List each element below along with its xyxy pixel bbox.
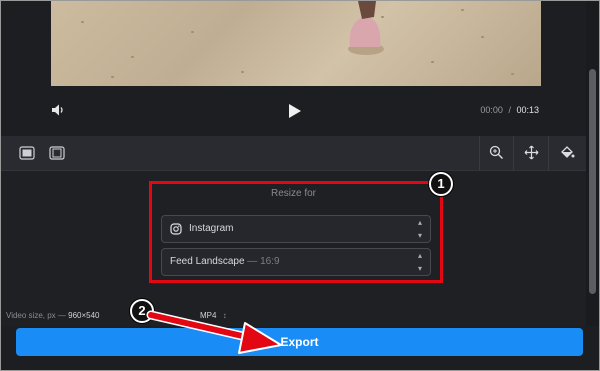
video-size-label: Video size, px — — [6, 311, 66, 320]
toolbar-divider — [513, 136, 514, 170]
arrow-icon — [146, 310, 282, 354]
time-display: 00:00 / 00:13 — [480, 105, 539, 115]
highlight-box — [149, 181, 443, 283]
time-separator: / — [508, 105, 511, 115]
toolbar-divider — [479, 136, 480, 170]
scrollbar-thumb[interactable] — [589, 69, 596, 294]
step-callout-1: 1 — [429, 172, 453, 196]
fit-icon[interactable] — [19, 146, 35, 160]
video-preview[interactable] — [51, 1, 541, 86]
video-frame-figure — [348, 1, 384, 55]
duration: 00:13 — [516, 105, 539, 115]
play-icon[interactable] — [288, 103, 302, 119]
move-icon[interactable] — [524, 145, 539, 160]
zoom-icon[interactable] — [489, 145, 504, 160]
player-controls: 00:00 / 00:13 — [1, 86, 586, 136]
scrollbar[interactable] — [586, 1, 599, 326]
video-size-info: Video size, px — 960×540 — [6, 311, 100, 320]
toolbar-divider — [548, 136, 549, 170]
paint-bucket-icon[interactable] — [560, 145, 575, 160]
current-time: 00:00 — [480, 105, 503, 115]
video-size-value: 960×540 — [68, 311, 100, 320]
volume-icon[interactable] — [51, 103, 65, 117]
fill-icon[interactable] — [49, 146, 65, 160]
app-window: 00:00 / 00:13 Resize for Instagram ▴ ▾ F… — [0, 0, 600, 371]
editor-toolbar — [1, 136, 586, 171]
